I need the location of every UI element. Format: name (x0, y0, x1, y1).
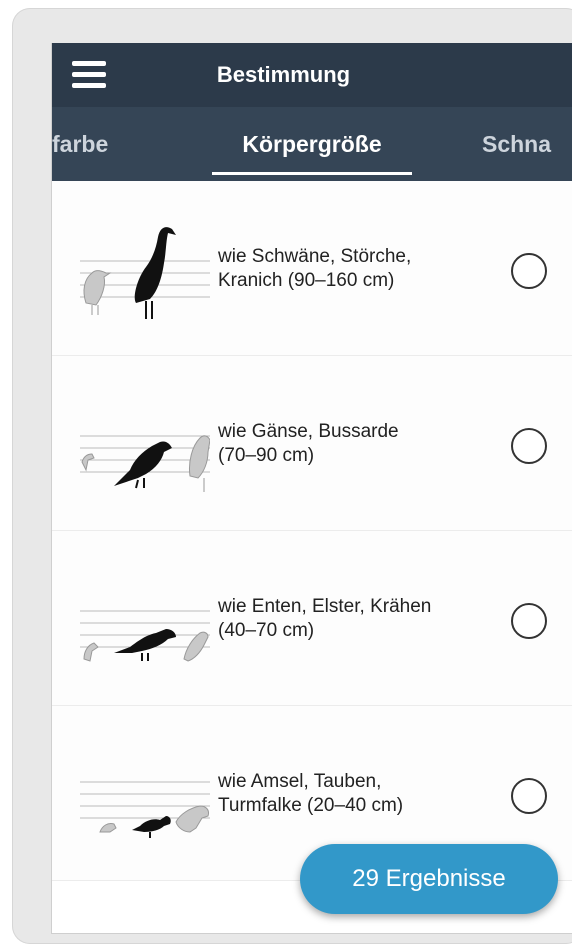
tab-active-label: Körpergröße (242, 131, 382, 157)
radio-button[interactable] (511, 603, 547, 639)
stork-silhouette-icon (80, 227, 210, 319)
option-label: wie Enten, Elster, Krähen (40–70 cm) (218, 595, 508, 643)
buzzard-silhouette-icon (80, 435, 210, 492)
top-app-bar: Bestimmung (52, 43, 572, 107)
option-label-line2: (40–70 cm) (218, 620, 315, 641)
app-screen: Bestimmung farbe Körpergröße Schna wie S… (51, 43, 572, 934)
blackbird-silhouette-icon (80, 781, 210, 838)
option-label-line2: (70–90 cm) (218, 445, 315, 466)
option-label-line1: wie Schwäne, Störche, (218, 246, 412, 267)
list-item[interactable]: wie Schwäne, Störche, Kranich (90–160 cm… (52, 181, 572, 356)
option-label-line1: wie Enten, Elster, Krähen (218, 596, 432, 617)
option-label-line2: Kranich (90–160 cm) (218, 270, 395, 291)
tab-previous[interactable]: farbe (52, 107, 162, 181)
device-frame: Bestimmung farbe Körpergröße Schna wie S… (12, 8, 572, 944)
tab-next-label: Schna (482, 131, 552, 157)
crow-silhouette-icon (80, 610, 210, 662)
tab-previous-label: farbe (52, 131, 109, 157)
option-label-line1: wie Amsel, Tauben, (218, 771, 382, 792)
tab-koerpergroesse[interactable]: Körpergröße (212, 107, 412, 181)
option-label: wie Schwäne, Störche, Kranich (90–160 cm… (218, 245, 508, 293)
page-title: Bestimmung (216, 62, 351, 87)
tab-bar: farbe Körpergröße Schna (52, 107, 572, 181)
option-label: wie Amsel, Tauben, Turmfalke (20–40 cm) (218, 770, 508, 818)
radio-button[interactable] (511, 428, 547, 464)
radio-button[interactable] (511, 253, 547, 289)
option-label-line1: wie Gänse, Bussarde (218, 421, 399, 442)
size-option-list: wie Schwäne, Störche, Kranich (90–160 cm… (52, 181, 572, 881)
option-label: wie Gänse, Bussarde (70–90 cm) (218, 420, 508, 468)
option-label-line2: Turmfalke (20–40 cm) (218, 795, 404, 816)
active-tab-indicator (212, 172, 412, 175)
results-button[interactable]: 29 Ergebnisse (300, 844, 558, 914)
list-item[interactable]: wie Enten, Elster, Krähen (40–70 cm) (52, 531, 572, 706)
list-item[interactable]: wie Gänse, Bussarde (70–90 cm) (52, 356, 572, 531)
tab-next[interactable]: Schna (482, 107, 572, 181)
radio-button[interactable] (511, 778, 547, 814)
